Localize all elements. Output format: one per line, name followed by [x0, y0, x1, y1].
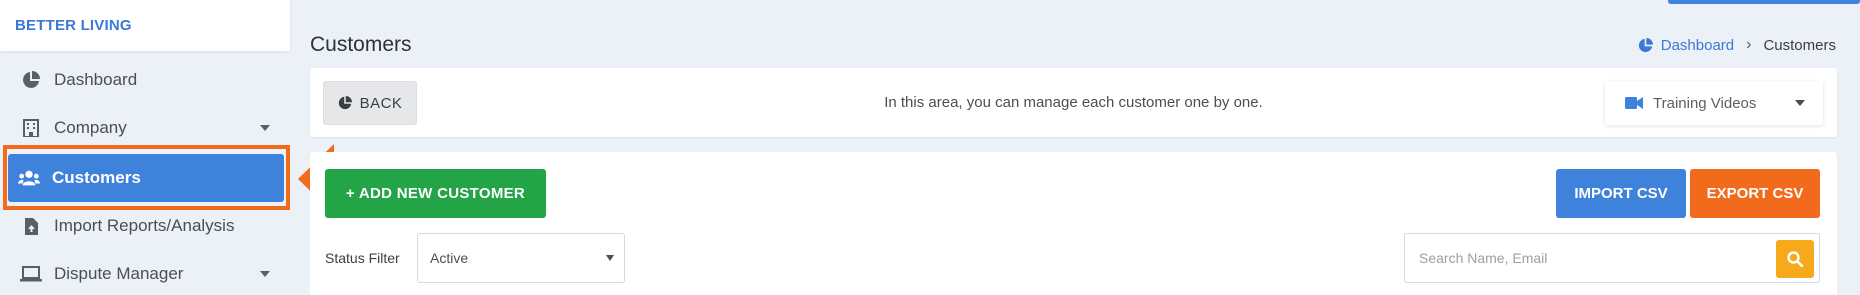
export-csv-button[interactable]: EXPORT CSV	[1690, 169, 1820, 218]
laptop-icon	[20, 263, 42, 285]
page-title: Customers	[310, 33, 412, 56]
search-icon	[1787, 251, 1803, 267]
search-input[interactable]: Search Name, Email	[1404, 233, 1820, 283]
breadcrumb-home-link[interactable]: Dashboard	[1661, 37, 1734, 54]
pie-chart-icon	[1638, 37, 1653, 53]
customers-card: + ADD NEW CUSTOMER IMPORT CSV EXPORT CSV…	[310, 152, 1837, 295]
pie-chart-icon	[338, 96, 352, 110]
chevron-down-icon	[260, 125, 270, 131]
brand-name: BETTER LIVING	[15, 17, 132, 34]
pie-chart-icon	[20, 69, 42, 91]
import-csv-button[interactable]: IMPORT CSV	[1556, 169, 1686, 218]
sidebar-item-dashboard[interactable]: Dashboard	[0, 56, 290, 104]
sidebar-item-label: Company	[54, 118, 127, 137]
training-videos-label: Training Videos	[1653, 94, 1757, 112]
add-new-customer-button[interactable]: + ADD NEW CUSTOMER	[325, 169, 546, 218]
sidebar-item-label: Import Reports/Analysis	[54, 216, 235, 235]
chevron-down-icon	[606, 255, 614, 261]
breadcrumb: Dashboard › Customers	[1638, 36, 1836, 54]
sidebar-item-import-reports[interactable]: Import Reports/Analysis	[0, 202, 290, 250]
highlight-box	[3, 145, 290, 210]
breadcrumb-current: Customers	[1763, 36, 1836, 54]
back-button[interactable]: BACK	[323, 81, 417, 125]
sidebar-item-dispute-manager[interactable]: Dispute Manager	[0, 250, 290, 295]
file-upload-icon	[20, 215, 42, 237]
header-tab-edge[interactable]	[1668, 0, 1860, 4]
chevron-down-icon	[260, 271, 270, 277]
status-filter-label: Status Filter	[325, 250, 400, 266]
search-placeholder: Search Name, Email	[1419, 250, 1548, 266]
sidebar: BETTER LIVING Dashboard Company Customer…	[0, 0, 290, 295]
status-filter-value: Active	[430, 250, 469, 266]
brand-logo[interactable]: BETTER LIVING	[0, 0, 290, 51]
video-camera-icon	[1625, 97, 1643, 109]
status-filter-select[interactable]: Active	[417, 233, 625, 283]
training-videos-dropdown[interactable]: Training Videos	[1605, 81, 1823, 125]
search-button[interactable]	[1776, 240, 1814, 278]
building-icon	[20, 117, 42, 139]
back-button-label: BACK	[359, 94, 403, 112]
sidebar-item-label: Dispute Manager	[54, 264, 184, 283]
sidebar-item-label: Dashboard	[54, 70, 138, 89]
chevron-right-icon: ›	[1746, 36, 1752, 53]
info-bar: In this area, you can manage each custom…	[310, 68, 1837, 137]
chevron-down-icon	[1795, 100, 1805, 106]
